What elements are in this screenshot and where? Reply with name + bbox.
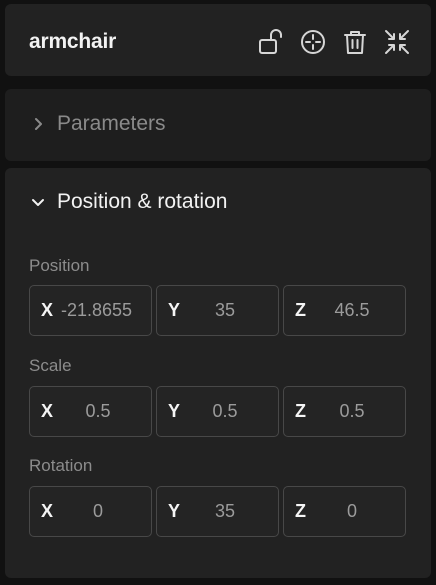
chevron-down-icon: [29, 193, 47, 211]
parameters-section: Parameters: [5, 89, 431, 161]
position-z-value[interactable]: 46.5: [313, 300, 405, 321]
crosshair-icon[interactable]: [297, 26, 329, 58]
rotation-x-value[interactable]: 0: [59, 501, 151, 522]
object-title: armchair: [29, 30, 117, 53]
rotation-z-value[interactable]: 0: [313, 501, 405, 522]
position-y-value[interactable]: 35: [186, 300, 278, 321]
scale-row: X 0.5 Y 0.5 Z 0.5: [29, 386, 406, 437]
position-rotation-section: Position & rotation Position X -21.8655 …: [5, 168, 431, 578]
rotation-y-value[interactable]: 35: [186, 501, 278, 522]
position-label: Position: [29, 256, 90, 275]
parameters-label: Parameters: [57, 112, 166, 135]
position-x-value[interactable]: -21.8655: [59, 300, 151, 321]
axis-z-label: Z: [295, 501, 306, 521]
position-z-field[interactable]: Z 46.5: [283, 285, 406, 336]
scale-z-field[interactable]: Z 0.5: [283, 386, 406, 437]
rotation-y-field[interactable]: Y 35: [156, 486, 279, 537]
trash-icon[interactable]: [339, 26, 371, 58]
axis-z-label: Z: [295, 300, 306, 320]
position-rotation-toggle[interactable]: Position & rotation: [29, 190, 227, 214]
scale-y-field[interactable]: Y 0.5: [156, 386, 279, 437]
axis-x-label: X: [41, 401, 54, 421]
object-header: armchair: [5, 4, 431, 76]
lock-open-icon[interactable]: [255, 26, 287, 58]
parameters-toggle[interactable]: Parameters: [29, 112, 166, 136]
header-actions: [255, 26, 413, 58]
position-x-field[interactable]: X -21.8655: [29, 285, 152, 336]
axis-z-label: Z: [295, 401, 306, 421]
rotation-label: Rotation: [29, 456, 93, 475]
position-row: X -21.8655 Y 35 Z 46.5: [29, 285, 406, 336]
position-rotation-label: Position & rotation: [57, 190, 228, 213]
rotation-x-field[interactable]: X 0: [29, 486, 152, 537]
scale-x-value[interactable]: 0.5: [59, 401, 151, 422]
rotation-row: X 0 Y 35 Z 0: [29, 486, 406, 537]
position-y-field[interactable]: Y 35: [156, 285, 279, 336]
scale-label: Scale: [29, 356, 72, 375]
axis-y-label: Y: [168, 501, 181, 521]
axis-y-label: Y: [168, 300, 181, 320]
scale-x-field[interactable]: X 0.5: [29, 386, 152, 437]
chevron-right-icon: [29, 115, 47, 133]
axis-x-label: X: [41, 501, 54, 521]
scale-y-value[interactable]: 0.5: [186, 401, 278, 422]
scale-z-value[interactable]: 0.5: [313, 401, 405, 422]
collapse-icon[interactable]: [381, 26, 413, 58]
axis-x-label: X: [41, 300, 54, 320]
axis-y-label: Y: [168, 401, 181, 421]
rotation-z-field[interactable]: Z 0: [283, 486, 406, 537]
